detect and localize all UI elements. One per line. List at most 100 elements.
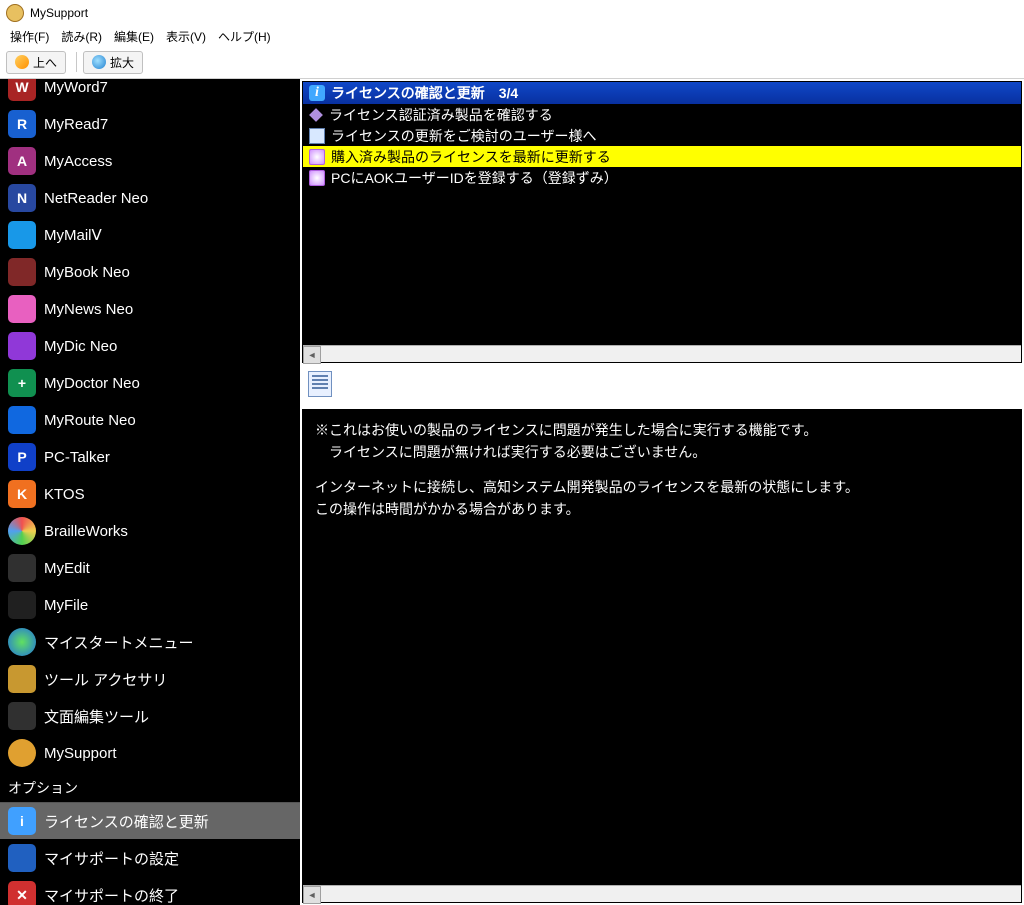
sidebar-item-myread7[interactable]: R MyRead7 bbox=[0, 106, 300, 143]
sidebar[interactable]: W MyWord7R MyRead7A MyAccessN NetReader … bbox=[0, 79, 300, 905]
sidebar-item-label: マイサポートの設定 bbox=[44, 848, 179, 869]
task-pane: i ライセンスの確認と更新 3/4 ライセンス認証済み製品を確認する ライセンス… bbox=[302, 81, 1022, 363]
product-icon: K bbox=[8, 480, 36, 508]
sidebar-option[interactable]: マイサポートの設定 bbox=[0, 840, 300, 877]
desc-line-3: インターネットに接続し、高知システム開発製品のライセンスを最新の状態にします。 bbox=[315, 477, 1009, 499]
sidebar-item-brailleworks[interactable]: BrailleWorks bbox=[0, 513, 300, 550]
sidebar-item-label: MyRead7 bbox=[44, 116, 108, 133]
sidebar-item-[interactable]: 文面編集ツール bbox=[0, 698, 300, 735]
product-icon: + bbox=[8, 369, 36, 397]
doc-icon bbox=[309, 128, 325, 144]
sidebar-item-label: MyNews Neo bbox=[44, 301, 133, 318]
product-icon: P bbox=[8, 443, 36, 471]
sidebar-option[interactable]: ✕ マイサポートの終了 bbox=[0, 877, 300, 905]
product-icon bbox=[8, 221, 36, 249]
product-icon: N bbox=[8, 184, 36, 212]
sidebar-item-pctalker[interactable]: P PC-Talker bbox=[0, 439, 300, 476]
menu-help[interactable]: ヘルプ(H) bbox=[212, 26, 277, 47]
sidebar-item-[interactable]: マイスタートメニュー bbox=[0, 624, 300, 661]
product-icon: W bbox=[8, 79, 36, 101]
task-list[interactable]: ライセンス認証済み製品を確認する ライセンスの更新をご検討のユーザー様へ 購入済… bbox=[303, 104, 1021, 345]
option-icon bbox=[8, 844, 36, 872]
sidebar-item-myrouteneo[interactable]: MyRoute Neo bbox=[0, 402, 300, 439]
sidebar-item-label: 文面編集ツール bbox=[44, 706, 149, 727]
sidebar-item-label: マイスタートメニュー bbox=[44, 632, 194, 653]
up-button[interactable]: 上へ bbox=[6, 51, 66, 74]
product-icon bbox=[8, 258, 36, 286]
task-pane-header: i ライセンスの確認と更新 3/4 bbox=[303, 82, 1021, 104]
sidebar-option[interactable]: i ライセンスの確認と更新 bbox=[0, 803, 300, 840]
description-text: ※これはお使いの製品のライセンスに問題が発生した場合に実行する機能です。 ライセ… bbox=[303, 410, 1021, 885]
sidebar-item-label: ライセンスの確認と更新 bbox=[44, 811, 209, 832]
horizontal-scrollbar[interactable]: ◄ bbox=[303, 345, 1021, 362]
description-scrollbar[interactable]: ◄ bbox=[303, 885, 1021, 902]
description-toolbar bbox=[302, 367, 1022, 409]
app-icon bbox=[6, 4, 24, 22]
sidebar-item-myword7[interactable]: W MyWord7 bbox=[0, 79, 300, 106]
scroll-left-icon[interactable]: ◄ bbox=[303, 886, 321, 904]
zoom-label: 拡大 bbox=[110, 54, 134, 71]
app-title: MySupport bbox=[30, 6, 88, 20]
product-icon bbox=[8, 591, 36, 619]
product-icon bbox=[8, 628, 36, 656]
sidebar-item-mysupport[interactable]: MySupport bbox=[0, 735, 300, 772]
right-area: i ライセンスの確認と更新 3/4 ライセンス認証済み製品を確認する ライセンス… bbox=[300, 79, 1024, 905]
product-icon bbox=[8, 406, 36, 434]
menu-operate[interactable]: 操作(F) bbox=[4, 26, 55, 47]
option-icon: i bbox=[8, 807, 36, 835]
sidebar-item-mydicneo[interactable]: MyDic Neo bbox=[0, 328, 300, 365]
task-item[interactable]: ライセンスの更新をご検討のユーザー様へ bbox=[303, 125, 1021, 146]
sidebar-item-myfile[interactable]: MyFile bbox=[0, 587, 300, 624]
task-pane-title: ライセンスの確認と更新 bbox=[331, 83, 485, 103]
gear-icon bbox=[309, 170, 325, 186]
up-arrow-icon bbox=[15, 55, 29, 69]
desc-line-2: ライセンスに問題が無ければ実行する必要はございません。 bbox=[315, 442, 1009, 464]
sidebar-item-label: MyMailⅤ bbox=[44, 226, 102, 244]
task-counter: 3/4 bbox=[499, 85, 518, 101]
gear-icon bbox=[309, 149, 325, 165]
task-label: PCにAOKユーザーIDを登録する（登録ずみ） bbox=[331, 168, 618, 188]
task-label: ライセンス認証済み製品を確認する bbox=[329, 105, 553, 125]
sidebar-item-label: MyWord7 bbox=[44, 79, 108, 96]
sidebar-item-myedit[interactable]: MyEdit bbox=[0, 550, 300, 587]
task-item[interactable]: 購入済み製品のライセンスを最新に更新する bbox=[303, 146, 1021, 167]
sidebar-item-myaccess[interactable]: A MyAccess bbox=[0, 143, 300, 180]
sidebar-item-ktos[interactable]: K KTOS bbox=[0, 476, 300, 513]
description-pane: ※これはお使いの製品のライセンスに問題が発生した場合に実行する機能です。 ライセ… bbox=[302, 409, 1022, 903]
sidebar-item-mybookneo[interactable]: MyBook Neo bbox=[0, 254, 300, 291]
sidebar-item-label: NetReader Neo bbox=[44, 190, 148, 207]
up-label: 上へ bbox=[33, 54, 57, 71]
info-icon: i bbox=[309, 85, 325, 101]
product-icon: A bbox=[8, 147, 36, 175]
sidebar-item-mydoctorneo[interactable]: + MyDoctor Neo bbox=[0, 365, 300, 402]
sidebar-item-label: MyBook Neo bbox=[44, 264, 130, 281]
task-label: ライセンスの更新をご検討のユーザー様へ bbox=[331, 126, 596, 146]
sidebar-item-label: MyDoctor Neo bbox=[44, 375, 140, 392]
sidebar-item-mynewsneo[interactable]: MyNews Neo bbox=[0, 291, 300, 328]
sidebar-item-label: MyEdit bbox=[44, 560, 90, 577]
sidebar-item-label: PC-Talker bbox=[44, 449, 110, 466]
sidebar-item-label: マイサポートの終了 bbox=[44, 885, 179, 905]
toolbar-separator bbox=[76, 52, 77, 72]
scroll-left-icon[interactable]: ◄ bbox=[303, 346, 321, 364]
zoom-button[interactable]: 拡大 bbox=[83, 51, 143, 74]
menu-view[interactable]: 表示(V) bbox=[160, 26, 212, 47]
menu-edit[interactable]: 編集(E) bbox=[108, 26, 160, 47]
toolbar: 上へ 拡大 bbox=[0, 46, 1024, 79]
body: W MyWord7R MyRead7A MyAccessN NetReader … bbox=[0, 79, 1024, 905]
menu-read[interactable]: 読み(R) bbox=[55, 26, 108, 47]
sidebar-item-[interactable]: ツール アクセサリ bbox=[0, 661, 300, 698]
task-item[interactable]: ライセンス認証済み製品を確認する bbox=[303, 104, 1021, 125]
magnifier-icon bbox=[92, 55, 106, 69]
product-icon bbox=[8, 295, 36, 323]
sidebar-item-mymail[interactable]: MyMailⅤ bbox=[0, 217, 300, 254]
desc-line-1: ※これはお使いの製品のライセンスに問題が発生した場合に実行する機能です。 bbox=[315, 420, 1009, 442]
diamond-icon bbox=[309, 108, 323, 122]
product-icon bbox=[8, 517, 36, 545]
sidebar-item-label: MyAccess bbox=[44, 153, 112, 170]
sidebar-item-label: MyRoute Neo bbox=[44, 412, 136, 429]
task-item[interactable]: PCにAOKユーザーIDを登録する（登録ずみ） bbox=[303, 167, 1021, 188]
sidebar-item-netreaderneo[interactable]: N NetReader Neo bbox=[0, 180, 300, 217]
document-icon bbox=[308, 371, 332, 397]
task-label: 購入済み製品のライセンスを最新に更新する bbox=[331, 147, 611, 167]
